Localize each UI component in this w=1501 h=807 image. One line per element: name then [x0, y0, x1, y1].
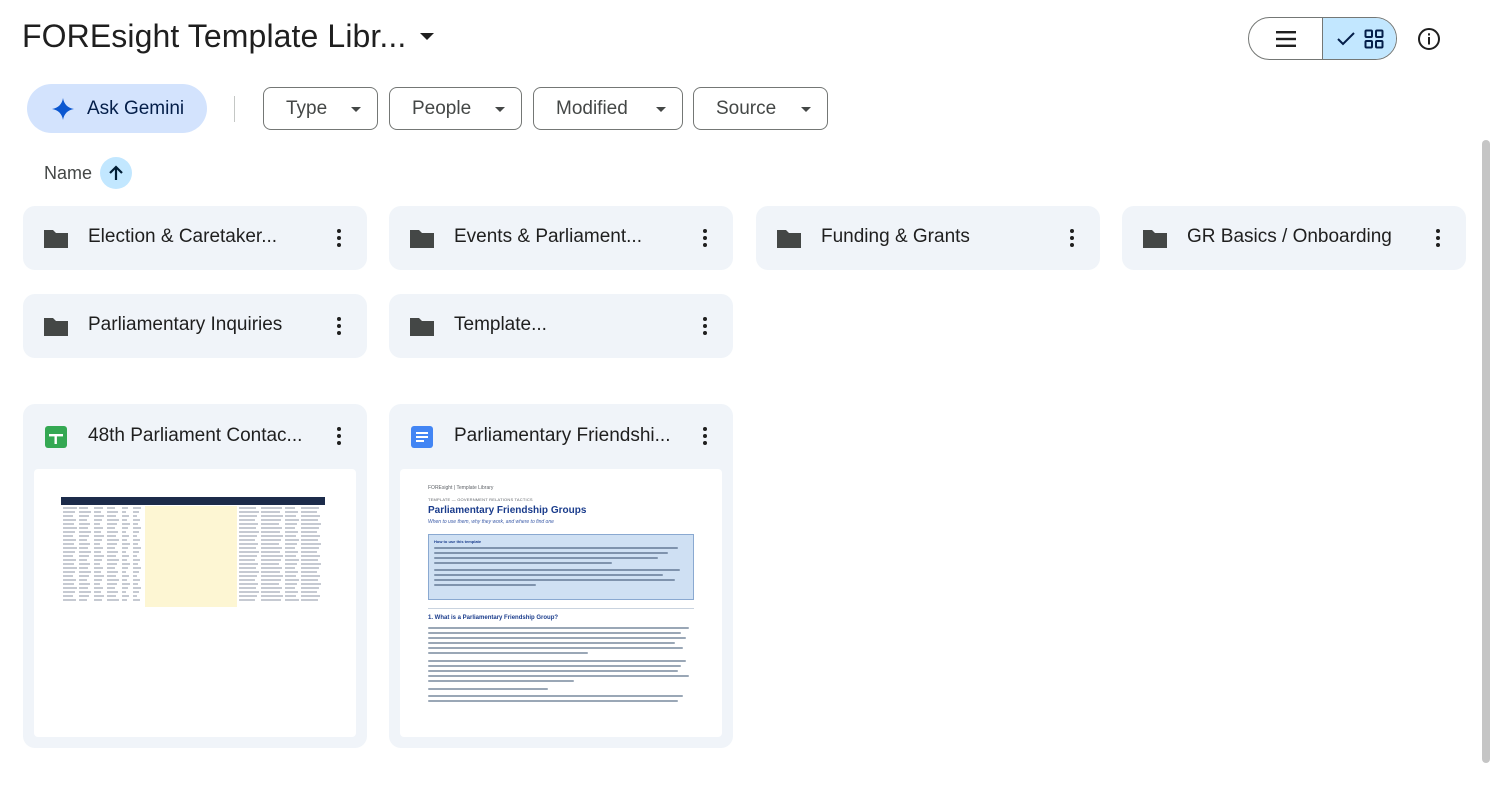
list-icon	[1275, 30, 1296, 47]
file-thumbnail: FOREsight | Template Library TEMPLATE — …	[400, 469, 722, 737]
folder-card[interactable]: Parliamentary Inquiries	[23, 294, 367, 358]
file-name: Parliamentary Friendshi...	[454, 425, 671, 446]
source-filter-chip[interactable]: Source	[693, 87, 828, 130]
document-preview: FOREsight | Template Library TEMPLATE — …	[400, 469, 722, 702]
caret-down-icon	[420, 33, 435, 40]
folder-name: Election & Caretaker...	[88, 226, 278, 247]
folder-card[interactable]: Election & Caretaker...	[23, 206, 367, 270]
folder-name: Funding & Grants	[821, 226, 970, 247]
folder-name: Template...	[454, 314, 547, 335]
sort-header: Name	[44, 157, 133, 189]
file-thumbnail	[34, 469, 356, 737]
grid-icon	[1364, 29, 1383, 48]
modified-filter-chip[interactable]: Modified	[533, 87, 683, 130]
doc-callout-box: How to use this template	[428, 534, 694, 600]
chip-label: Type	[286, 97, 328, 119]
folder-name: GR Basics / Onboarding	[1187, 226, 1392, 247]
ask-gemini-label: Ask Gemini	[87, 97, 185, 119]
arrow-up-icon	[109, 165, 123, 180]
info-button[interactable]	[1415, 25, 1443, 53]
file-name: 48th Parliament Contac...	[88, 425, 303, 446]
scrollbar-thumb[interactable]	[1482, 140, 1490, 763]
filter-bar: Ask Gemini Type People Modified Source	[0, 84, 1501, 134]
dropdown-arrow-icon	[351, 107, 361, 112]
dropdown-arrow-icon	[801, 107, 811, 112]
view-toggle	[1248, 17, 1397, 60]
folder-icon	[1143, 230, 1167, 248]
doc-title: Parliamentary Friendship Groups	[428, 505, 587, 516]
google-docs-icon	[411, 426, 433, 448]
more-options-icon[interactable]	[327, 314, 351, 338]
folder-icon	[44, 230, 68, 248]
doc-kicker: TEMPLATE — GOVERNMENT RELATIONS TACTICS	[428, 497, 533, 502]
folder-icon	[44, 318, 68, 336]
more-options-icon[interactable]	[693, 314, 717, 338]
doc-box-title: How to use this template	[434, 539, 482, 544]
folder-card[interactable]: Funding & Grants	[756, 206, 1100, 270]
sort-direction-button[interactable]	[100, 157, 133, 189]
more-options-icon[interactable]	[327, 226, 351, 250]
spreadsheet-preview	[61, 497, 325, 607]
more-options-icon[interactable]	[327, 424, 351, 448]
gemini-sparkle-icon	[52, 97, 74, 120]
chip-label: People	[412, 97, 472, 119]
more-options-icon[interactable]	[1426, 226, 1450, 250]
folder-name: Events & Parliament...	[454, 226, 642, 247]
doc-section-heading: 1. What is a Parliamentary Friendship Gr…	[428, 615, 559, 621]
dropdown-arrow-icon	[495, 107, 505, 112]
ask-gemini-button[interactable]: Ask Gemini	[27, 84, 207, 133]
more-options-icon[interactable]	[693, 424, 717, 448]
doc-subtitle: When to use them, why they work, and whe…	[428, 519, 554, 525]
check-icon	[1336, 31, 1355, 45]
doc-brand: FOREsight | Template Library	[428, 485, 494, 491]
grid-view-button[interactable]	[1322, 18, 1396, 59]
top-bar: FOREsight Template Libr...	[0, 0, 1501, 78]
folder-icon	[410, 230, 434, 248]
info-icon	[1418, 28, 1440, 50]
vertical-scrollbar[interactable]	[1479, 140, 1493, 765]
folder-icon	[410, 318, 434, 336]
file-card-spreadsheet[interactable]: 48th Parliament Contac...	[23, 404, 367, 748]
more-options-icon[interactable]	[1060, 226, 1084, 250]
folder-icon	[777, 230, 801, 248]
folder-card[interactable]: Events & Parliament...	[389, 206, 733, 270]
google-sheets-icon	[45, 426, 67, 448]
more-options-icon[interactable]	[693, 226, 717, 250]
folder-name: Parliamentary Inquiries	[88, 314, 283, 335]
chip-label: Modified	[556, 97, 628, 119]
file-card-document[interactable]: Parliamentary Friendshi... FOREsight | T…	[389, 404, 733, 748]
chip-label: Source	[716, 97, 777, 119]
dropdown-arrow-icon	[656, 107, 666, 112]
folder-title-dropdown[interactable]: FOREsight Template Libr...	[22, 18, 435, 55]
folder-title: FOREsight Template Libr...	[22, 18, 407, 54]
folder-card[interactable]: GR Basics / Onboarding	[1122, 206, 1466, 270]
divider	[234, 96, 235, 122]
list-view-button[interactable]	[1249, 18, 1322, 59]
people-filter-chip[interactable]: People	[389, 87, 522, 130]
sort-label[interactable]: Name	[44, 163, 92, 184]
folder-card[interactable]: Template...	[389, 294, 733, 358]
type-filter-chip[interactable]: Type	[263, 87, 378, 130]
